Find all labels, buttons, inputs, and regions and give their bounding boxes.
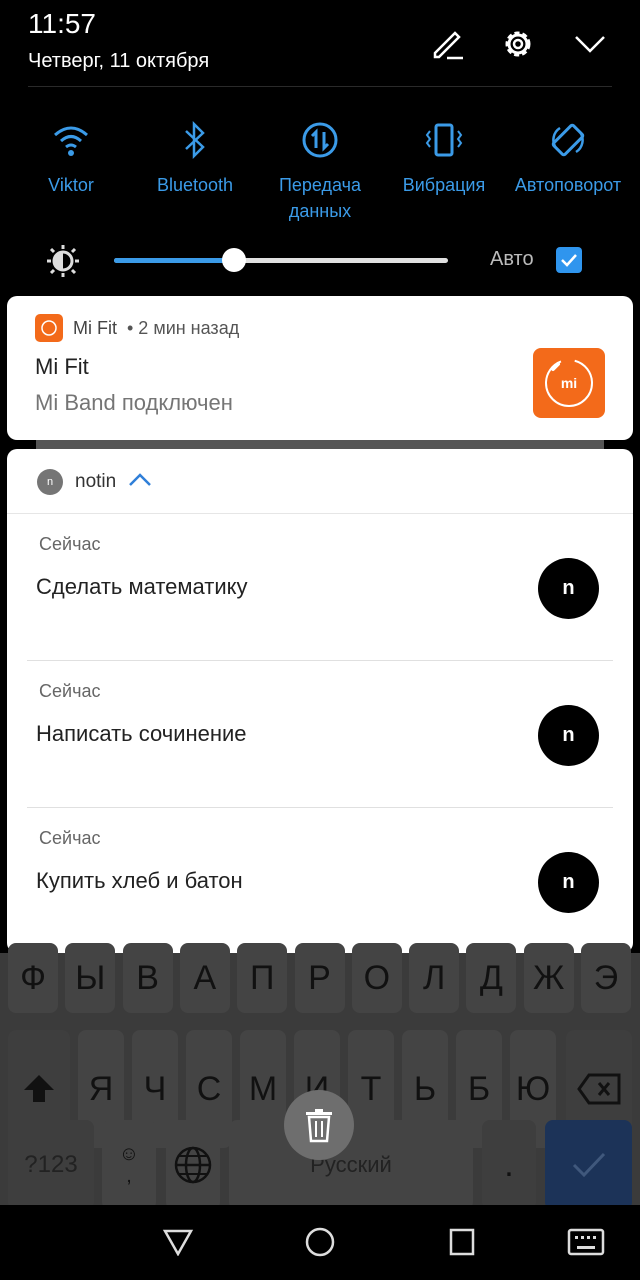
qs-mobile-data[interactable]: Передача данных (258, 118, 382, 224)
clock: 11:57 (28, 8, 96, 39)
key-0[interactable]: Ф (8, 943, 58, 1013)
item-text: Купить хлеб и батон (36, 868, 243, 893)
keyboard-background: Ф Ы В А П Р О Л Д Ж Э Я Ч С М И Т Ь Б Ю ?123 ☺, Русский. (0, 943, 640, 1210)
language-key[interactable] (166, 1120, 220, 1210)
key-5[interactable]: Р (294, 943, 345, 1013)
enter-key[interactable] (545, 1120, 632, 1210)
header-divider (28, 86, 612, 87)
notification-mifit[interactable]: Mi Fit • 2 мин назад Mi Fit Mi Band подкл… (7, 296, 633, 440)
item-text: Написать сочинение (36, 721, 247, 746)
mobile-data-icon (258, 118, 382, 162)
notification-item[interactable]: Сейчас Сделать математику n (7, 514, 633, 661)
mifit-app-name: Mi Fit (73, 317, 117, 338)
notification-group-notin[interactable]: n notin Сейчас Сделать математику n Сейчас Н… (7, 449, 633, 953)
item-avatar: n (538, 705, 599, 766)
recents-icon[interactable] (442, 1222, 482, 1262)
qs-label: Bluetooth (156, 175, 234, 195)
key-9[interactable]: Ж (523, 943, 574, 1013)
settings-icon[interactable] (498, 24, 538, 64)
auto-rotate-icon (506, 118, 630, 162)
mifit-text: Mi Band подключен (35, 390, 233, 415)
auto-brightness-label: Авто (490, 248, 534, 270)
home-icon[interactable] (300, 1222, 340, 1262)
mifit-app-icon (35, 314, 63, 342)
bluetooth-icon (133, 118, 257, 162)
item-time: Сейчас (39, 681, 101, 701)
item-text: Сделать математику (36, 574, 248, 599)
notification-item[interactable]: Сейчас Купить хлеб и батон n (7, 808, 633, 955)
wifi-icon (9, 118, 133, 162)
item-avatar: n (538, 558, 599, 619)
key-10[interactable]: Э (581, 943, 631, 1013)
edit-icon[interactable] (428, 24, 468, 64)
item-time: Сейчас (39, 828, 101, 848)
notification-item[interactable]: Сейчас Написать сочинение n (7, 661, 633, 808)
key-4[interactable]: П (237, 943, 288, 1013)
qs-vibrate[interactable]: Вибрация (382, 118, 506, 198)
chevron-up-icon[interactable] (128, 471, 152, 493)
back-icon[interactable] (158, 1222, 198, 1262)
key-8[interactable]: Д (466, 943, 517, 1013)
qs-label: Вибрация (402, 175, 486, 195)
notin-app-name: notin (75, 471, 117, 492)
emoji-comma-key[interactable]: ☺, (102, 1120, 156, 1210)
mifit-header: Mi Fit • 2 мин назад (35, 314, 239, 342)
qs-bluetooth[interactable]: Bluetooth (133, 118, 257, 198)
key-1[interactable]: Ы (65, 943, 116, 1013)
qs-label: Автоповорот (514, 175, 622, 195)
brightness-icon (46, 244, 80, 283)
date: Четверг, 11 октября (28, 50, 210, 72)
symbols-key[interactable]: ?123 (8, 1120, 94, 1210)
qs-label: Передача данных (278, 175, 362, 221)
notin-app-icon: n (37, 469, 63, 495)
period-key[interactable]: . (482, 1120, 536, 1210)
clear-all-button[interactable] (284, 1090, 354, 1160)
slider-fill (114, 258, 235, 263)
item-avatar: n (538, 852, 599, 913)
notin-header[interactable]: n notin (37, 469, 152, 495)
chevron-down-icon[interactable] (570, 24, 610, 64)
mifit-title: Mi Fit (35, 354, 89, 379)
keyboard-switch-icon[interactable] (566, 1222, 606, 1262)
key-2[interactable]: В (122, 943, 173, 1013)
item-time: Сейчас (39, 534, 101, 554)
key-3[interactable]: А (179, 943, 230, 1013)
mifit-time: • 2 мин назад (127, 317, 240, 338)
qs-auto-rotate[interactable]: Автоповорот (506, 118, 630, 198)
svg-text:mi: mi (561, 375, 577, 391)
mifit-large-icon: mi (533, 348, 605, 418)
slider-knob[interactable] (222, 248, 247, 272)
qs-label: Viktor (48, 175, 94, 195)
qs-wifi[interactable]: Viktor (9, 118, 133, 198)
auto-brightness-checkbox[interactable] (556, 247, 582, 273)
key-6[interactable]: О (351, 943, 402, 1013)
vibrate-icon (382, 118, 506, 162)
brightness-slider[interactable] (114, 248, 448, 272)
key-7[interactable]: Л (409, 943, 460, 1013)
